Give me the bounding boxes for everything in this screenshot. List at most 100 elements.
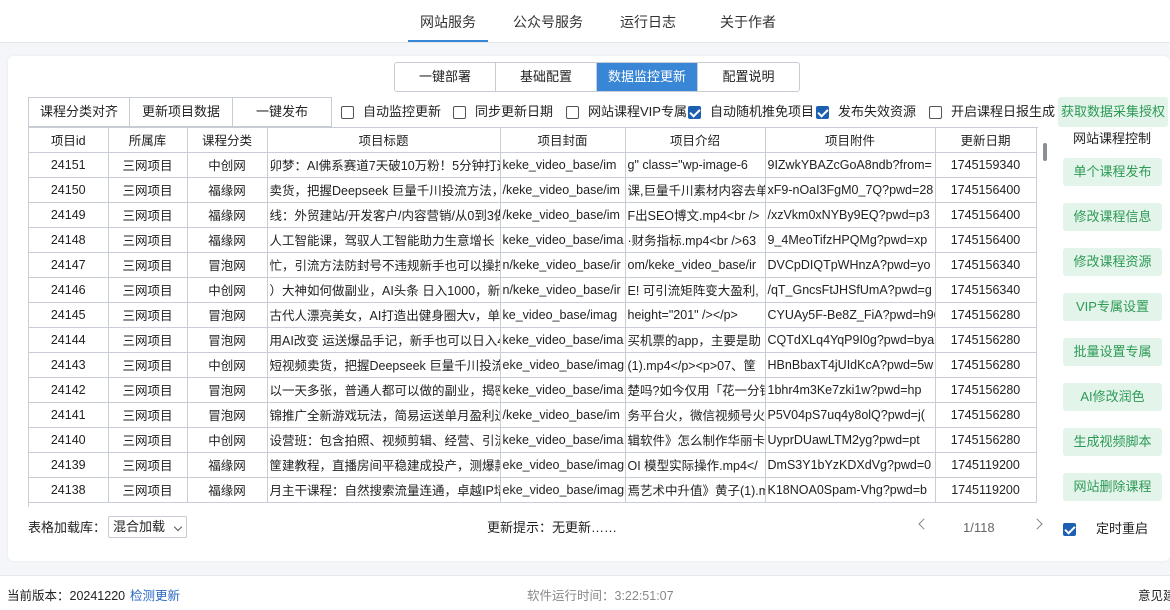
table-row[interactable]: 24144 三网项目 冒泡网 用AI改变 运送爆品手记，新手也可以日入45 keke_v… bbox=[29, 327, 1037, 353]
table-cell[interactable]: 福缘网 bbox=[187, 202, 268, 228]
subtab-one-click-deploy[interactable]: 一键部署 bbox=[395, 63, 496, 91]
table-cell[interactable]: 中创网 bbox=[187, 352, 268, 378]
table-cell[interactable]: 买机票的app，主要是助 bbox=[625, 327, 766, 353]
checkbox-box[interactable] bbox=[341, 105, 354, 119]
table-cell[interactable]: 三网项目 bbox=[108, 202, 188, 228]
table-cell[interactable]: 24143 bbox=[29, 352, 109, 378]
table-cell[interactable]: eke_video_base/imag bbox=[500, 352, 626, 378]
table-cell[interactable]: 1745156280 bbox=[935, 302, 1037, 328]
scrollbar-thumb[interactable] bbox=[1043, 143, 1047, 161]
table-cell[interactable]: 24147 bbox=[29, 252, 109, 278]
table-cell[interactable]: 短视频卖货，把握Deepseek 巨量千川投流 bbox=[267, 352, 501, 378]
table-cell[interactable]: 三网项目 bbox=[108, 252, 188, 278]
nav-tab-run-log[interactable]: 运行日志 bbox=[612, 0, 684, 42]
table-row[interactable]: 24143 三网项目 中创网 短视频卖货，把握Deepseek 巨量千川投流 eke_v… bbox=[29, 352, 1037, 378]
table-cell[interactable]: (1).mp4</p><p>07、筐 bbox=[625, 352, 766, 378]
table-cell[interactable]: 月主干课程：自然搜索流量连通，卓越IP培 bbox=[267, 477, 501, 503]
table-cell[interactable]: 用AI改变 运送爆品手记，新手也可以日入45 bbox=[267, 327, 501, 353]
column-header[interactable]: 项目id bbox=[29, 128, 109, 153]
table-cell[interactable]: 24141 bbox=[29, 402, 109, 428]
table-cell[interactable]: 9IZwkYBAZcGoA8ndb?from= bbox=[765, 152, 936, 178]
nav-tab-about-author[interactable]: 关于作者 bbox=[712, 0, 784, 42]
table-cell[interactable]: 三网项目 bbox=[108, 477, 188, 503]
subtab-data-monitor[interactable]: 数据监控更新 bbox=[597, 63, 698, 91]
table-row[interactable]: 24145 三网项目 冒泡网 古代人漂亮美女，AI打造出健身圈大v，单 ke_video… bbox=[29, 302, 1037, 328]
table-cell[interactable]: 中创网 bbox=[187, 427, 268, 453]
table-cell[interactable]: 古代人漂亮美女，AI打造出健身圈大v，单 bbox=[267, 302, 501, 328]
table-cell[interactable]: 人工智能课，驾驭人工智能助力生意增长（ bbox=[267, 227, 501, 253]
table-cell[interactable]: 三网项目 bbox=[108, 277, 188, 303]
feedback-link[interactable]: 意见建 bbox=[1138, 588, 1170, 604]
table-cell[interactable]: 焉艺术中升值》黄子(1).m bbox=[625, 477, 766, 503]
table-row[interactable]: 24141 三网项目 冒泡网 锦推广全新游戏玩法，简易运送单月盈利过W/keke_vi… bbox=[29, 402, 1037, 428]
table-cell[interactable]: 冒泡网 bbox=[187, 377, 268, 403]
one-click-publish-button[interactable]: 一键发布 bbox=[232, 97, 332, 127]
subtab-config-guide[interactable]: 配置说明 bbox=[698, 63, 799, 91]
table-cell[interactable]: 24142 bbox=[29, 377, 109, 403]
table-cell[interactable]: keke_video_base/ima bbox=[500, 377, 626, 403]
auto-monitor-checkbox[interactable]: 自动监控更新 bbox=[341, 103, 441, 121]
vip-setting-button[interactable]: VIP专属设置 bbox=[1063, 293, 1162, 321]
table-cell[interactable]: 1745156340 bbox=[935, 252, 1037, 278]
loader-select[interactable]: 混合加载 bbox=[108, 516, 187, 538]
vip-exclusive-checkbox[interactable]: 网站课程VIP专属 bbox=[566, 103, 687, 121]
timed-restart-checkbox[interactable]: 定时重启 bbox=[1063, 520, 1148, 538]
align-category-button[interactable]: 课程分类对齐 bbox=[28, 97, 130, 127]
table-cell[interactable]: 1745156280 bbox=[935, 327, 1037, 353]
table-cell[interactable]: 三网项目 bbox=[108, 177, 188, 203]
checkbox-box[interactable] bbox=[1063, 522, 1076, 536]
table-cell[interactable]: 24146 bbox=[29, 277, 109, 303]
table-cell[interactable]: 务平台火，微信视频号火, bbox=[625, 402, 766, 428]
table-cell[interactable]: K18NOA0Spam-Vhg?pwd=b bbox=[765, 477, 936, 503]
table-cell[interactable]: /xzVkm0xNYBy9EQ?pwd=p3 bbox=[765, 202, 936, 228]
table-cell[interactable]: 冒泡网 bbox=[187, 302, 268, 328]
table-cell[interactable]: 1745156280 bbox=[935, 377, 1037, 403]
table-cell[interactable]: 三网项目 bbox=[108, 302, 188, 328]
table-cell[interactable]: 1745156280 bbox=[935, 402, 1037, 428]
table-cell[interactable]: 三网项目 bbox=[108, 427, 188, 453]
nav-tab-official-account[interactable]: 公众号服务 bbox=[508, 0, 588, 42]
table-cell[interactable]: UyprDUawLTM2yg?pwd=pt bbox=[765, 427, 936, 453]
publish-single-course-button[interactable]: 单个课程发布 bbox=[1063, 158, 1162, 186]
table-cell[interactable]: om/keke_video_base/ir bbox=[625, 252, 766, 278]
table-row[interactable]: 24140 三网项目 中创网 设营班：包含拍照、视频剪辑、经营、引流 keke_vide… bbox=[29, 427, 1037, 453]
table-cell[interactable]: 卖货，把握Deepseek 巨量千川投流方法， bbox=[267, 177, 501, 203]
table-cell[interactable]: ·财务指标.mp4<br />63 bbox=[625, 227, 766, 253]
table-cell[interactable]: 三网项目 bbox=[108, 377, 188, 403]
table-cell[interactable]: xF9-nOaI3FgM0_7Q?pwd=28 bbox=[765, 177, 936, 203]
get-auth-button[interactable]: 获取数据采集授权 bbox=[1058, 97, 1168, 127]
table-cell[interactable]: 1745156400 bbox=[935, 227, 1037, 253]
update-data-button[interactable]: 更新项目数据 bbox=[129, 97, 233, 127]
table-cell[interactable]: 1745156400 bbox=[935, 202, 1037, 228]
checkbox-box[interactable] bbox=[816, 105, 829, 119]
table-row[interactable]: 24147 三网项目 冒泡网 忙，引流方法防封号不违规新手也可以操控， n/keke_v… bbox=[29, 252, 1037, 278]
table-cell[interactable]: 24145 bbox=[29, 302, 109, 328]
table-cell[interactable]: 中创网 bbox=[187, 277, 268, 303]
table-cell[interactable]: 三网项目 bbox=[108, 327, 188, 353]
table-cell[interactable]: /keke_video_base/im bbox=[500, 177, 626, 203]
table-cell[interactable]: ke_video_base/imag bbox=[500, 302, 626, 328]
table-cell[interactable]: OI 模型实际操作.mp4</ bbox=[625, 452, 766, 478]
table-cell[interactable]: 辑软件》怎么制作华丽卡 bbox=[625, 427, 766, 453]
nav-tab-website-service[interactable]: 网站服务 bbox=[408, 0, 488, 42]
table-cell[interactable]: 9_4MeoTifzHPQMg?pwd=xp bbox=[765, 227, 936, 253]
table-cell[interactable]: 1745156340 bbox=[935, 277, 1037, 303]
table-row[interactable]: 24149 三网项目 福缘网 线：外贸建站/开发客户/内容营销/从0到3做/keke_… bbox=[29, 202, 1037, 228]
table-cell[interactable]: 三网项目 bbox=[108, 402, 188, 428]
table-row[interactable]: 24138 三网项目 福缘网 月主干课程：自然搜索流量连通，卓越IP培 eke_vide… bbox=[29, 477, 1037, 503]
table-cell[interactable]: 设营班：包含拍照、视频剪辑、经营、引流 bbox=[267, 427, 501, 453]
table-cell[interactable]: ）大神如何做副业，AI头条 日入1000，新 bbox=[267, 277, 501, 303]
table-cell[interactable]: 三网项目 bbox=[108, 452, 188, 478]
daily-report-checkbox[interactable]: 开启课程日报生成 bbox=[929, 103, 1055, 121]
table-cell[interactable]: keke_video_base/ima bbox=[500, 227, 626, 253]
checkbox-box[interactable] bbox=[688, 105, 701, 119]
table-row[interactable]: 24151 三网项目 中创网 卯梦：AI佛系赛道7天破10万粉！5分钟打造 keke_v… bbox=[29, 152, 1037, 178]
table-cell[interactable]: /keke_video_base/im bbox=[500, 202, 626, 228]
table-cell[interactable]: DmS3Y1bYzKDXdVg?pwd=0 bbox=[765, 452, 936, 478]
table-cell[interactable]: n/keke_video_base/ir bbox=[500, 277, 626, 303]
table-cell[interactable]: 1745156280 bbox=[935, 427, 1037, 453]
table-cell[interactable]: height="201" /></p> bbox=[625, 302, 766, 328]
table-cell[interactable]: 24149 bbox=[29, 202, 109, 228]
table-cell[interactable]: 1745119200 bbox=[935, 452, 1037, 478]
table-cell[interactable]: 福缘网 bbox=[187, 452, 268, 478]
